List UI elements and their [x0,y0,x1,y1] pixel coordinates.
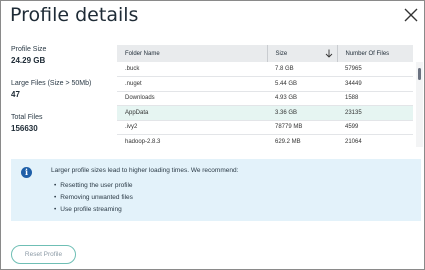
cell-files: 4599 [337,120,413,135]
cell-folder: Downloads [117,91,267,106]
cell-files: 1588 [337,91,413,106]
info-icon: i [21,167,32,178]
table-row[interactable]: .nuget 5.44 GB 34449 [117,76,413,92]
cell-size: 629.2 MB [267,134,337,147]
cell-folder: .ivy2 [117,120,267,135]
table-header-row: Folder Name Size Number Of Files [117,45,413,62]
column-header-size-label: Size [275,50,288,57]
cell-folder: hadoop-2.8.3 [117,134,267,147]
stat-label: Large Files (Size > 50Mb) [11,80,92,87]
stat-value: 24.29 GB [11,56,46,65]
recommendation-info-box: i Larger profile sizes lead to higher lo… [11,159,421,221]
cell-folder: AppData [117,105,267,121]
scrollbar-thumb[interactable] [418,68,421,80]
table-row[interactable]: .buck 7.8 GB 57965 [117,62,413,77]
info-message: Larger profile sizes lead to higher load… [51,167,239,174]
list-item: Use profile streaming [54,204,133,216]
cell-files: 21064 [337,134,413,147]
stat-total-files: Total Files 156630 [11,113,106,135]
list-item: Removing unwanted files [54,192,133,204]
table-row[interactable]: hadoop-2.8.3 629.2 MB 21064 [117,134,413,147]
column-header-files[interactable]: Number Of Files [336,45,413,62]
list-item: Resetting the user profile [54,180,133,192]
folders-table-container: Folder Name Size Number Of Files .buck 7… [117,45,423,147]
table-scrollbar[interactable] [416,62,423,147]
arrow-down-icon[interactable] [325,49,333,58]
column-header-folder[interactable]: Folder Name [117,45,267,62]
stat-large-files: Large Files (Size > 50Mb) 47 [11,79,106,101]
stat-label: Profile Size [11,46,47,53]
reset-profile-button[interactable]: Reset Profile [11,245,76,264]
stat-label: Total Files [11,114,43,121]
close-icon[interactable] [403,7,419,23]
stat-value: 156630 [11,124,38,133]
profile-details-dialog: Profile details Profile Size 24.29 GB La… [0,0,425,270]
dialog-title: Profile details [10,4,139,26]
cell-files: 57965 [337,62,413,77]
cell-files: 23135 [337,105,413,121]
cell-folder: .nuget [117,76,267,92]
cell-size: 7.8 GB [267,62,337,77]
cell-size: 78779 MB [267,120,337,135]
table-row[interactable]: Downloads 4.93 GB 1588 [117,91,413,106]
cell-size: 3.36 GB [267,105,337,121]
table-row-highlighted[interactable]: AppData 3.36 GB 23135 [117,105,413,121]
cell-size: 5.44 GB [267,76,337,92]
cell-size: 4.93 GB [267,91,337,106]
column-header-size[interactable]: Size [266,45,337,62]
cell-files: 34449 [337,76,413,92]
stat-profile-size: Profile Size 24.29 GB [11,45,106,67]
stat-value: 47 [11,90,20,99]
profile-stats: Profile Size 24.29 GB Large Files (Size … [11,45,106,147]
recommendation-list: Resetting the user profile Removing unwa… [54,180,133,216]
table-row[interactable]: .ivy2 78779 MB 4599 [117,120,413,135]
folders-table: Folder Name Size Number Of Files .buck 7… [117,45,413,147]
cell-folder: .buck [117,62,267,77]
